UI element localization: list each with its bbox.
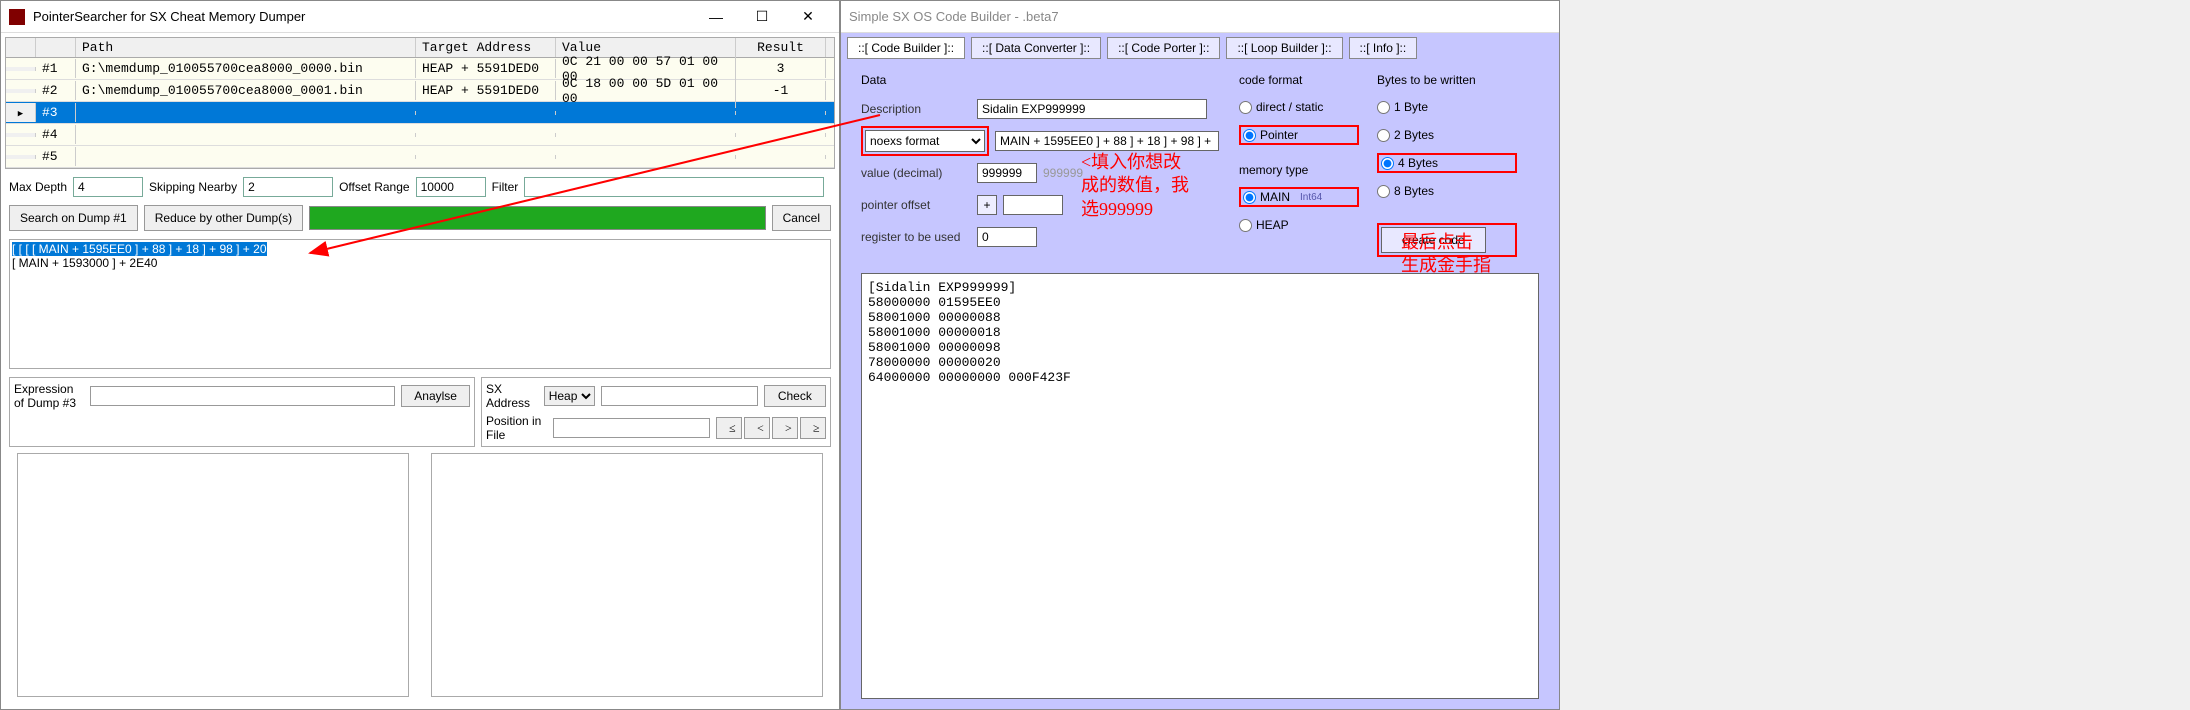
analyse-button[interactable]: Anaylse	[401, 385, 470, 407]
offset-label: Offset Range	[339, 180, 410, 194]
value-hint: 999999	[1043, 166, 1083, 180]
window-title-right: Simple SX OS Code Builder - .beta7	[849, 9, 1551, 24]
radio-4bytes[interactable]: 4 Bytes	[1377, 153, 1517, 173]
app-icon	[9, 9, 25, 25]
offset-input[interactable]	[416, 177, 486, 197]
radio-pointer[interactable]: Pointer	[1239, 125, 1359, 145]
pointer-offset-label: pointer offset	[861, 198, 971, 212]
value-label: value (decimal)	[861, 166, 971, 180]
offset-plus-button[interactable]: +	[977, 195, 997, 215]
col-target[interactable]: Target Address	[416, 38, 556, 57]
data-heading: Data	[861, 73, 1221, 87]
pointer-offset-input[interactable]	[1003, 195, 1063, 215]
table-row[interactable]: #2G:\memdump_010055700cea8000_0001.binHE…	[6, 80, 834, 102]
nav-le-button[interactable]: ≤	[716, 417, 742, 439]
bottom-panel: Expression of Dump #3 Anaylse SX Address…	[1, 373, 839, 451]
annotation-value: <填入你想改 成的数值，我 选999999	[1081, 151, 1189, 221]
int64-label: Int64	[1300, 192, 1322, 203]
progress-bar	[309, 206, 766, 230]
sx-address-input[interactable]	[601, 386, 758, 406]
cancel-button[interactable]: Cancel	[772, 205, 831, 231]
radio-2bytes[interactable]: 2 Bytes	[1377, 125, 1517, 145]
radio-1byte[interactable]: 1 Byte	[1377, 97, 1517, 117]
description-input[interactable]	[977, 99, 1207, 119]
tab-code-porter[interactable]: ::[ Code Porter ]::	[1107, 37, 1220, 59]
titlebar-right: Simple SX OS Code Builder - .beta7	[841, 1, 1559, 33]
expression-input[interactable]	[90, 386, 395, 406]
nav-ge-button[interactable]: ≥	[800, 417, 826, 439]
minimize-button[interactable]: —	[693, 3, 739, 31]
code-builder-window: Simple SX OS Code Builder - .beta7 ::[ C…	[840, 0, 1560, 710]
result-line[interactable]: [ MAIN + 1593000 ] + 2E40	[12, 256, 828, 270]
expression-label: Expression of Dump #3	[14, 382, 84, 410]
pointer-expression-input[interactable]	[995, 131, 1219, 151]
register-input[interactable]	[977, 227, 1037, 247]
col-result[interactable]: Result	[736, 38, 826, 57]
action-row: Search on Dump #1 Reduce by other Dump(s…	[1, 201, 839, 235]
bytes-heading: Bytes to be written	[1377, 73, 1517, 87]
annotation-create: 最后点击 生成金手指	[1401, 231, 1491, 278]
tab-data-converter[interactable]: ::[ Data Converter ]::	[971, 37, 1101, 59]
skip-input[interactable]	[243, 177, 333, 197]
pointer-results[interactable]: [ [ [ [ MAIN + 1595EE0 ] + 88 ] + 18 ] +…	[9, 239, 831, 369]
code-output[interactable]: [Sidalin EXP999999] 58000000 01595EE0 58…	[861, 273, 1539, 699]
table-row[interactable]: #4	[6, 124, 834, 146]
register-label: register to be used	[861, 230, 971, 244]
expression-output[interactable]	[17, 453, 409, 697]
filter-input[interactable]	[524, 177, 824, 197]
position-input[interactable]	[553, 418, 710, 438]
titlebar-left: PointerSearcher for SX Cheat Memory Dump…	[1, 1, 839, 33]
maximize-button[interactable]: ☐	[739, 3, 785, 31]
tab-bar: ::[ Code Builder ]:: ::[ Data Converter …	[841, 33, 1559, 63]
search-button[interactable]: Search on Dump #1	[9, 205, 138, 231]
reduce-button[interactable]: Reduce by other Dump(s)	[144, 205, 303, 231]
position-output[interactable]	[431, 453, 823, 697]
result-line-selected[interactable]: [ [ [ [ MAIN + 1595EE0 ] + 88 ] + 18 ] +…	[12, 242, 267, 256]
filter-label: Filter	[492, 180, 519, 194]
nav-lt-button[interactable]: <	[744, 417, 770, 439]
window-title: PointerSearcher for SX Cheat Memory Dump…	[33, 9, 693, 24]
sx-address-select[interactable]: Heap	[544, 386, 595, 406]
max-depth-input[interactable]	[73, 177, 143, 197]
col-path[interactable]: Path	[76, 38, 416, 57]
max-depth-label: Max Depth	[9, 180, 67, 194]
dump-grid: Path Target Address Value Result #1G:\me…	[5, 37, 835, 169]
tab-info[interactable]: ::[ Info ]::	[1349, 37, 1418, 59]
close-button[interactable]: ✕	[785, 3, 831, 31]
radio-8bytes[interactable]: 8 Bytes	[1377, 181, 1517, 201]
description-label: Description	[861, 102, 971, 116]
position-label: Position in File	[486, 414, 547, 442]
search-params: Max Depth Skipping Nearby Offset Range F…	[1, 173, 839, 201]
pointer-searcher-window: PointerSearcher for SX Cheat Memory Dump…	[0, 0, 840, 710]
tab-loop-builder[interactable]: ::[ Loop Builder ]::	[1226, 37, 1342, 59]
sx-address-label: SX Address	[486, 382, 538, 410]
memory-type-heading: memory type	[1239, 163, 1359, 177]
nav-gt-button[interactable]: >	[772, 417, 798, 439]
format-select[interactable]: noexs format	[865, 130, 985, 152]
code-format-heading: code format	[1239, 73, 1359, 87]
skip-label: Skipping Nearby	[149, 180, 237, 194]
radio-heap[interactable]: HEAP	[1239, 215, 1359, 235]
radio-direct[interactable]: direct / static	[1239, 97, 1359, 117]
table-row[interactable]: #5	[6, 146, 834, 168]
check-button[interactable]: Check	[764, 385, 826, 407]
value-input[interactable]	[977, 163, 1037, 183]
tab-code-builder[interactable]: ::[ Code Builder ]::	[847, 37, 965, 59]
radio-main[interactable]: MAIN Int64	[1239, 187, 1359, 207]
